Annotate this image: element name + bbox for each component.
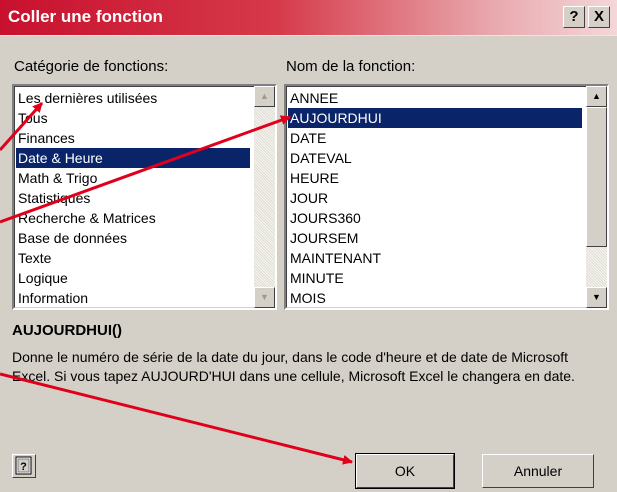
list-item[interactable]: ANNEE — [288, 88, 582, 108]
office-assistant-button[interactable]: ? — [12, 454, 36, 478]
title-bar[interactable]: Coller une fonction ? X — [0, 0, 617, 36]
scroll-thumb[interactable] — [586, 107, 607, 247]
list-item[interactable]: Information — [16, 288, 250, 308]
list-item[interactable]: MAINTENANT — [288, 248, 582, 268]
scroll-down-button[interactable]: ▼ — [254, 287, 275, 308]
list-item[interactable]: Recherche & Matrices — [16, 208, 250, 228]
list-item[interactable]: Texte — [16, 248, 250, 268]
list-item[interactable]: DATEVAL — [288, 148, 582, 168]
function-description: Donne le numéro de série de la date du j… — [12, 349, 575, 384]
arrow-to-ok — [0, 372, 353, 465]
category-listbox[interactable]: Les dernières utilisées Tous Finances Date … — [12, 84, 277, 310]
cancel-button[interactable]: Annuler — [482, 454, 594, 488]
scroll-up-button[interactable]: ▲ — [586, 86, 607, 107]
scroll-down-button[interactable]: ▼ — [586, 287, 607, 308]
ok-button[interactable]: OK — [355, 453, 455, 489]
list-item[interactable]: Tous — [16, 108, 250, 128]
list-item[interactable]: HEURE — [288, 168, 582, 188]
question-mark-icon: ? — [15, 456, 32, 475]
list-item[interactable]: MINUTE — [288, 268, 582, 288]
function-signature: AUJOURDHUI() — [12, 322, 122, 339]
list-item[interactable]: JOURSEM — [288, 228, 582, 248]
list-item[interactable]: JOUR — [288, 188, 582, 208]
list-item[interactable]: Les dernières utilisées — [16, 88, 250, 108]
svg-text:?: ? — [20, 461, 27, 473]
function-scrollbar[interactable]: ▲ ▼ — [586, 86, 607, 308]
list-item[interactable]: Statistiques — [16, 188, 250, 208]
list-item[interactable]: MOIS — [288, 288, 582, 308]
list-item[interactable]: Base de données — [16, 228, 250, 248]
function-name-label: Nom de la fonction: — [286, 58, 416, 75]
help-button[interactable]: ? — [563, 6, 585, 28]
list-item[interactable]: Finances — [16, 128, 250, 148]
list-item[interactable]: AUJOURDHUI — [288, 108, 582, 128]
dialog-window: Coller une fonction ? X Catégorie de fon… — [0, 0, 617, 492]
list-item[interactable]: Date & Heure — [16, 148, 250, 168]
close-button[interactable]: X — [588, 6, 610, 28]
category-label: Catégorie de fonctions: — [14, 58, 169, 75]
category-scrollbar[interactable]: ▲ ▼ — [254, 86, 275, 308]
function-listbox[interactable]: ANNEE AUJOURDHUI DATE DATEVAL HEURE JOUR JOURS… — [284, 84, 609, 310]
window-title: Coller une fonction — [8, 7, 163, 26]
list-item[interactable]: Logique — [16, 268, 250, 288]
list-item[interactable]: JOURS360 — [288, 208, 582, 228]
scroll-up-button[interactable]: ▲ — [254, 86, 275, 107]
list-item[interactable]: Math & Trigo — [16, 168, 250, 188]
list-item[interactable]: DATE — [288, 128, 582, 148]
